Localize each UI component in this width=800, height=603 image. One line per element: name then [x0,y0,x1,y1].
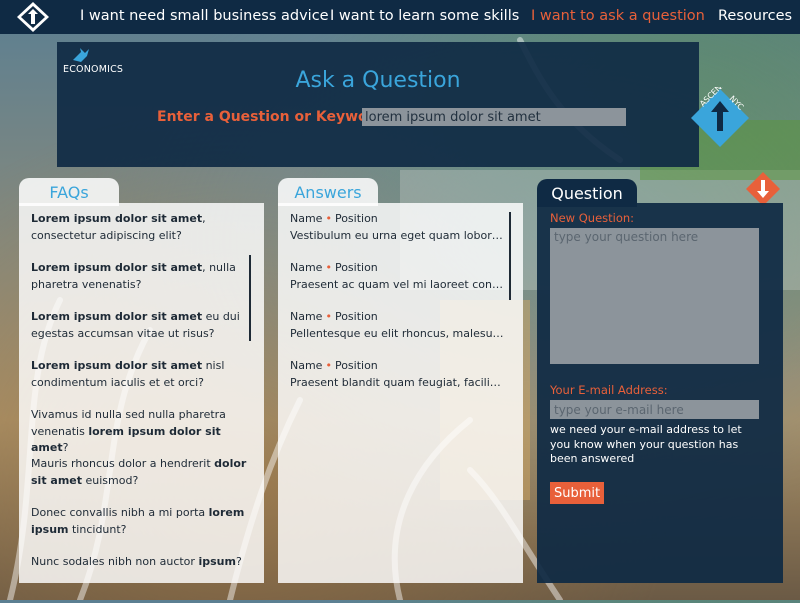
nav-item-business-advice[interactable]: I want need small business advice [80,8,329,24]
keyword-label: Enter a Question or Keyword: [157,109,391,125]
answers-list: Name • Position Vestibulum eu urna eget qu… [290,211,504,407]
faq-item-bold: Lorem ipsum dolor sit amet [31,261,203,274]
submit-button[interactable]: Submit [550,482,605,504]
faq-item-bold: ipsum [198,555,236,568]
ask-header-panel: ECONOMICS Ask a Question Enter a Questio… [57,42,749,167]
separator-dot: • [325,261,332,274]
answers-scrollbar[interactable] [509,212,511,300]
new-question-label: New Question: [550,211,635,225]
faq-scrollbar[interactable] [249,255,251,341]
tab-answers[interactable]: Answers [278,178,378,206]
faq-item[interactable]: Nunc sodales nibh non auctor ipsum? [31,554,253,603]
bird-icon [73,48,89,62]
faq-item-bold: Lorem ipsum dolor sit amet [31,310,203,323]
faq-item-text: Donec convallis nibh a mi porta [31,506,209,519]
nav-item-resources[interactable]: Resources [718,8,792,24]
faq-item[interactable]: Vivamus id nulla sed nulla pharetra vene… [31,407,253,456]
faq-item[interactable]: Mauris rhoncus dolor a hendrerit dolor s… [31,456,253,505]
email-label: Your E-mail Address: [550,383,668,397]
answer-snippet: Vestibulum eu urna eget quam lobortis [290,228,504,242]
faq-item[interactable]: Lorem ipsum dolor sit amet nisl condimen… [31,358,253,407]
faq-panel: Lorem ipsum dolor sit amet, consectetur … [19,203,264,583]
new-question-textarea[interactable] [550,228,759,364]
tab-faqs[interactable]: FAQs [19,178,119,206]
answer-item[interactable]: Name • Position Pellentesque eu elit rhonc… [290,309,504,358]
answer-item[interactable]: Name • Position Praesent ac quam vel mi la… [290,260,504,309]
faq-item-text: ? [235,555,242,568]
arrow-down-icon[interactable] [745,171,781,207]
faq-item-bold: Lorem ipsum dolor sit amet [31,359,203,372]
question-panel: New Question: Your E-mail Address: we ne… [537,203,783,583]
faq-item-text: Nunc sodales nibh non auctor [31,555,199,568]
answer-author-name: Name [290,359,323,372]
faq-item-text: ? [62,441,69,454]
separator-dot: • [325,212,332,225]
answer-author-position: Position [334,261,378,274]
faq-item-bold: Lorem ipsum dolor sit amet [31,212,203,225]
answer-item[interactable]: Name • Position Vestibulum eu urna eget qu… [290,211,504,260]
faq-item[interactable]: Donec convallis nibh a mi porta lorem ip… [31,505,253,554]
answer-author-name: Name [290,310,323,323]
ascend-nyc-logo[interactable] [14,1,52,33]
email-field[interactable] [550,400,759,419]
answer-author-position: Position [334,212,378,225]
faq-item[interactable]: Lorem ipsum dolor sit amet, consectetur … [31,211,253,260]
answer-author-name: Name [290,212,323,225]
faq-item-text: Mauris rhoncus dolor a hendrerit [31,457,215,470]
separator-dot: • [325,310,332,323]
faq-list: Lorem ipsum dolor sit amet, consectetur … [31,211,253,603]
answers-panel: Name • Position Vestibulum eu urna eget qu… [278,203,523,583]
nav-item-learn-skills[interactable]: I want to learn some skills [330,8,519,24]
answer-snippet: Praesent blandit quam feugiat, facilisis [290,375,504,389]
ascend-nyc-badge-icon: ASCEND NYC [691,87,749,147]
answer-author-position: Position [334,359,378,372]
top-nav: I want need small business advice I want… [0,0,800,34]
answer-author-name: Name [290,261,323,274]
answer-item[interactable]: Name • Position Praesent blandit quam feug… [290,358,504,407]
keyword-search-input[interactable] [362,108,626,126]
answer-snippet: Pellentesque eu elit rhoncus, malesuada [290,326,504,340]
nav-item-ask-question[interactable]: I want to ask a question [531,8,705,24]
faq-item-text: euismod? [82,473,139,487]
faq-item[interactable]: Lorem ipsum dolor sit amet eu dui egesta… [31,309,253,358]
answer-snippet: Praesent ac quam vel mi laoreet congue [290,277,504,291]
faq-item-text: tincidunt? [68,522,127,536]
answer-author-position: Position [334,310,378,323]
faq-item[interactable]: Lorem ipsum dolor sit amet, nulla pharet… [31,260,253,309]
page-title: Ask a Question [295,68,461,93]
email-note: we need your e-mail address to let you k… [550,423,742,465]
separator-dot: • [325,359,332,372]
